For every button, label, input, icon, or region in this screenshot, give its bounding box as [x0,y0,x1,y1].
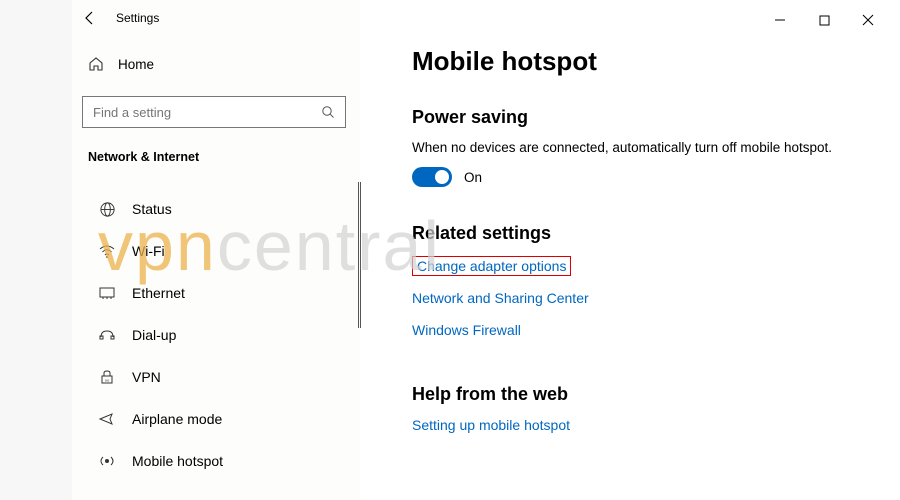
sidebar-item-label: VPN [132,369,161,385]
sidebar-item-label: Ethernet [132,285,185,301]
sidebar-home[interactable]: Home [88,56,154,72]
link-windows-firewall[interactable]: Windows Firewall [412,322,521,338]
sidebar-item-label: Airplane mode [132,411,222,427]
link-help-hotspot[interactable]: Setting up mobile hotspot [412,417,570,433]
ethernet-icon [98,284,116,302]
sidebar-item-wifi[interactable]: Wi-Fi [72,230,360,272]
window-title: Settings [116,11,159,25]
airplane-icon [98,410,116,428]
section-related-title: Related settings [412,223,860,244]
page-title: Mobile hotspot [412,46,860,77]
link-change-adapter[interactable]: Change adapter options [412,256,571,276]
resize-handle[interactable] [358,182,362,328]
search-icon [321,105,335,119]
search-input[interactable] [93,105,321,120]
sidebar-item-label: Status [132,201,172,217]
section-power-saving-title: Power saving [412,107,860,128]
globe-icon [98,200,116,218]
sidebar-item-ethernet[interactable]: Ethernet [72,272,360,314]
search-input-container[interactable] [82,96,346,128]
sidebar-home-label: Home [118,57,154,72]
hotspot-icon [98,452,116,470]
sidebar-item-label: Dial-up [132,327,176,343]
sidebar-item-status[interactable]: Status [72,188,360,230]
toggle-state-label: On [464,170,482,185]
sidebar-item-airplane[interactable]: Airplane mode [72,398,360,440]
home-icon [88,56,104,72]
power-saving-desc: When no devices are connected, automatic… [412,140,860,155]
sidebar-item-hotspot[interactable]: Mobile hotspot [72,440,360,482]
back-button[interactable] [80,8,100,28]
section-help-title: Help from the web [412,384,860,405]
link-network-sharing[interactable]: Network and Sharing Center [412,290,589,306]
sidebar-item-label: Mobile hotspot [132,453,223,469]
vpn-icon: oo [98,368,116,386]
dialup-icon [98,326,116,344]
wifi-icon [98,242,116,260]
sidebar-category: Network & Internet [88,150,199,164]
sidebar-item-label: Wi-Fi [132,243,165,259]
svg-text:oo: oo [105,378,110,383]
power-saving-toggle[interactable] [412,167,452,187]
sidebar-item-vpn[interactable]: oo VPN [72,356,360,398]
sidebar-item-dialup[interactable]: Dial-up [72,314,360,356]
